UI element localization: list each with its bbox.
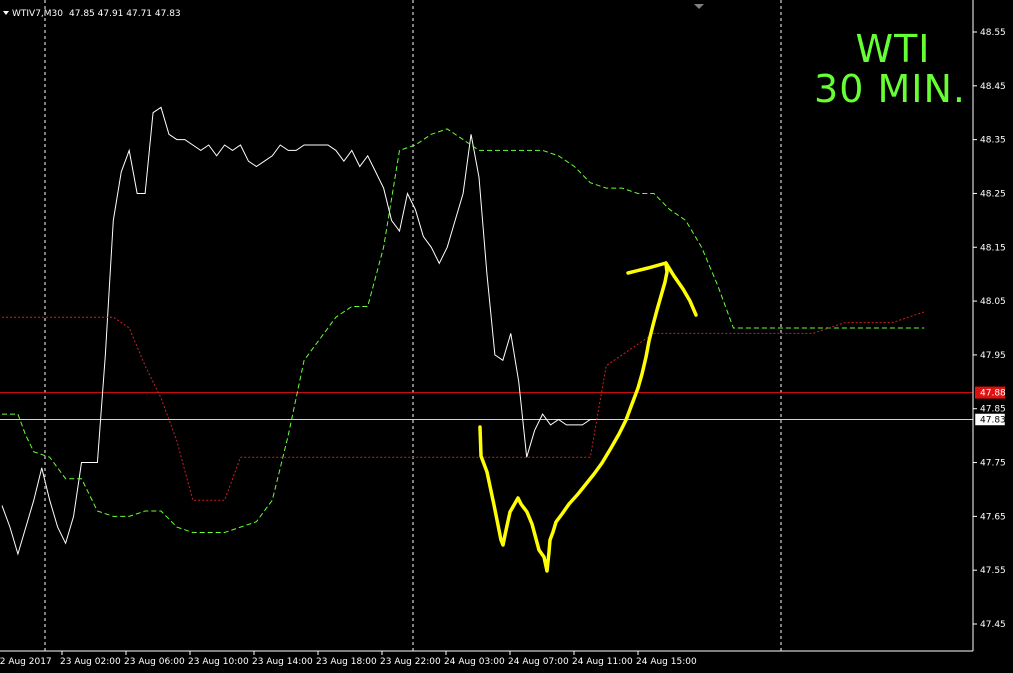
x-tick-label: 23 Aug 14:00 xyxy=(252,657,313,667)
symbol-label: WTIV7,M30 xyxy=(12,9,63,19)
y-tick-label: 47.45 xyxy=(980,620,1006,630)
current-price-label: 47.83 xyxy=(980,415,1006,425)
x-tick-label: 23 Aug 06:00 xyxy=(124,657,185,667)
y-tick-label: 48.05 xyxy=(980,297,1006,307)
red-level-label: 47.88 xyxy=(980,389,1006,399)
annotation-line2: 30 MIN. xyxy=(814,67,966,111)
x-tick-label: 23 Aug 02:00 xyxy=(60,657,121,667)
ohlc-values: 47.85 47.91 47.71 47.83 xyxy=(69,9,181,19)
x-tick-label: 23 Aug 18:00 xyxy=(316,657,377,667)
x-tick-label: 24 Aug 03:00 xyxy=(444,657,505,667)
x-tick-label: 23 Aug 22:00 xyxy=(380,657,441,667)
y-tick-label: 48.55 xyxy=(980,28,1006,38)
y-tick-label: 48.15 xyxy=(980,243,1006,253)
y-tick-label: 47.95 xyxy=(980,351,1006,361)
y-tick-label: 48.35 xyxy=(980,136,1006,146)
y-tick-label: 48.45 xyxy=(980,82,1006,92)
x-tick-label: 22 Aug 2017 xyxy=(0,657,52,667)
x-tick-label: 24 Aug 15:00 xyxy=(636,657,697,667)
x-tick-label: 24 Aug 11:00 xyxy=(572,657,633,667)
y-tick-label: 47.55 xyxy=(980,566,1006,576)
y-tick-label: 47.85 xyxy=(980,405,1006,415)
price-chart[interactable]: 48.55 48.45 48.35 48.25 48.15 48.05 47.95 47.85… xyxy=(0,0,1013,673)
x-tick-label: 23 Aug 10:00 xyxy=(188,657,249,667)
y-tick-label: 47.65 xyxy=(980,512,1006,522)
annotation-line1: WTI xyxy=(856,27,931,71)
y-tick-label: 48.25 xyxy=(980,189,1006,199)
x-tick-label: 24 Aug 07:00 xyxy=(508,657,569,667)
y-tick-label: 47.75 xyxy=(980,459,1006,469)
